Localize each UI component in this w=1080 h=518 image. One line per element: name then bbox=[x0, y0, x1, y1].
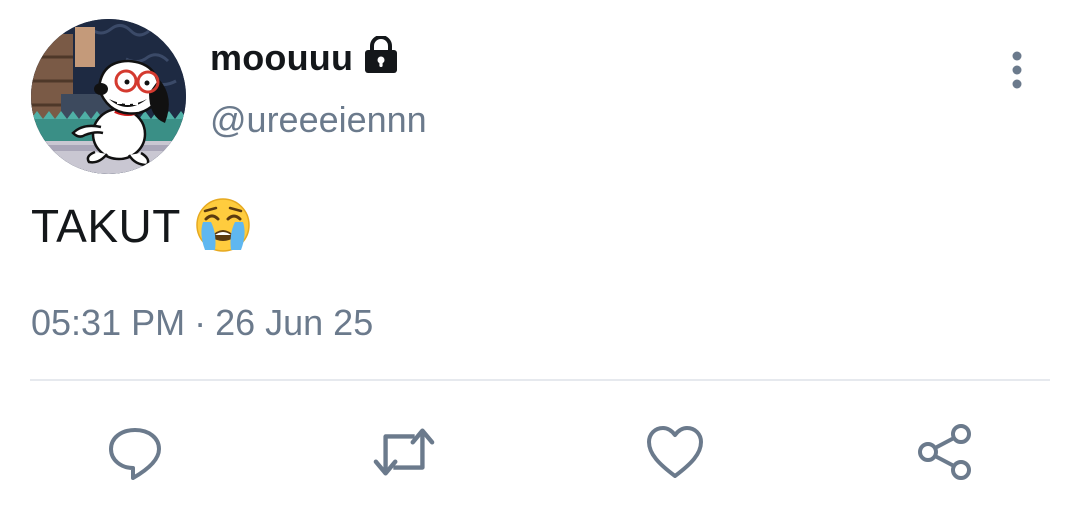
retweet-button[interactable] bbox=[372, 420, 436, 484]
display-name[interactable]: moouuu bbox=[210, 37, 353, 79]
reply-icon bbox=[109, 428, 161, 480]
tweet-time: 05:31 PM bbox=[31, 302, 186, 343]
separator-dot: · bbox=[194, 302, 207, 343]
loudly-crying-face-emoji bbox=[195, 197, 251, 253]
reply-button[interactable] bbox=[103, 420, 167, 484]
lock-icon bbox=[363, 36, 399, 74]
share-button[interactable] bbox=[913, 420, 977, 484]
timestamp: 05:31 PM · 26 Jun 25 bbox=[31, 302, 373, 344]
snoopy-avatar-image bbox=[31, 19, 186, 174]
tweet-card: moouuu @ureeeiennn TAKUT 05:31 PM · 26 J… bbox=[0, 0, 1080, 518]
divider bbox=[30, 379, 1050, 381]
tweet-text: TAKUT bbox=[31, 197, 251, 253]
avatar[interactable] bbox=[31, 19, 186, 174]
tweet-text-label: TAKUT bbox=[31, 200, 181, 252]
retweet-icon bbox=[373, 428, 435, 476]
user-handle[interactable]: @ureeeiennn bbox=[210, 99, 427, 141]
share-icon bbox=[918, 424, 971, 480]
display-name-row: moouuu bbox=[210, 36, 399, 80]
tweet-date: 26 Jun 25 bbox=[215, 302, 374, 343]
heart-icon bbox=[647, 426, 703, 478]
like-button[interactable] bbox=[643, 420, 707, 484]
vertical-dots-icon bbox=[1012, 51, 1022, 89]
more-options-button[interactable] bbox=[1000, 48, 1034, 92]
